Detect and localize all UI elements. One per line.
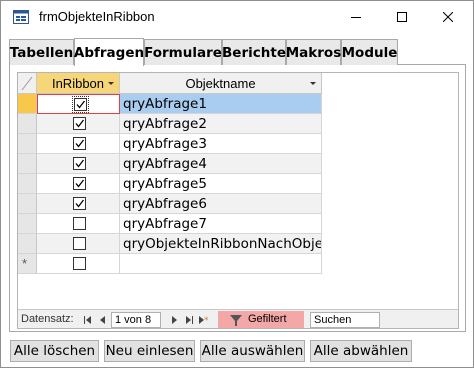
tab-module[interactable]: Module	[341, 39, 398, 65]
unchecked-checkbox[interactable]	[73, 217, 86, 230]
tab-label: Module	[341, 44, 398, 61]
checkmark-icon	[75, 119, 85, 128]
previous-record-icon[interactable]	[96, 313, 110, 327]
next-record-icon[interactable]	[167, 313, 181, 327]
checkmark-icon	[75, 199, 85, 208]
tab-abfragen[interactable]: Abfragen	[74, 38, 144, 66]
checked-checkbox[interactable]	[72, 96, 89, 113]
new-record-row[interactable]: *	[18, 254, 322, 274]
filter-dropdown-icon[interactable]	[310, 82, 316, 85]
inribbon-cell[interactable]	[37, 134, 120, 154]
filter-dropdown-icon[interactable]	[108, 82, 114, 85]
new-record-star: *	[22, 256, 28, 271]
inribbon-cell[interactable]	[37, 194, 120, 214]
table-row[interactable]: qryAbfrage5	[18, 174, 322, 194]
table-row[interactable]: qryAbfrage3	[18, 134, 322, 154]
record-selector[interactable]	[18, 194, 37, 214]
reload-button[interactable]: Neu einlesen	[104, 340, 195, 362]
objektname-cell[interactable]: qryAbfrage5	[120, 174, 322, 194]
tab-tabellen[interactable]: Tabellen	[9, 39, 74, 65]
tab-label: Tabellen	[9, 44, 74, 61]
record-label: Datensatz:	[21, 313, 74, 325]
objektname-cell[interactable]: qryAbfrage6	[120, 194, 322, 214]
record-selector[interactable]	[18, 114, 37, 134]
table-row[interactable]: qryAbfrage7	[18, 214, 322, 234]
unchecked-checkbox[interactable]	[73, 237, 86, 250]
maximize-button[interactable]	[379, 1, 425, 33]
tab-label: Berichte	[222, 44, 286, 61]
minimize-button[interactable]	[333, 1, 379, 33]
record-selector[interactable]	[18, 134, 37, 154]
checkmark-icon	[76, 100, 86, 109]
record-selector[interactable]	[18, 154, 37, 174]
table-row[interactable]: qryAbfrage4	[18, 154, 322, 174]
table-row[interactable]: qryAbfrage1	[18, 94, 322, 114]
select-all-button[interactable]: Alle auswählen	[200, 340, 305, 362]
checked-checkbox[interactable]	[73, 177, 86, 190]
checkmark-icon	[75, 159, 85, 168]
delete-all-button[interactable]: Alle löschen	[10, 340, 99, 362]
objektname-cell[interactable]: qryObjekteInRibbonNachObjekt	[120, 234, 322, 254]
inribbon-cell[interactable]	[37, 114, 120, 134]
unchecked-checkbox[interactable]	[73, 257, 86, 270]
filter-label: Gefiltert	[248, 313, 287, 325]
checkmark-icon	[75, 139, 85, 148]
column-header-objektname[interactable]: Objektname	[120, 73, 322, 94]
checked-checkbox[interactable]	[73, 117, 86, 130]
form-icon	[13, 10, 29, 24]
inribbon-cell[interactable]	[37, 174, 120, 194]
new-record-selector[interactable]: *	[18, 254, 37, 274]
search-input[interactable]: Suchen	[310, 312, 380, 328]
checked-checkbox[interactable]	[73, 137, 86, 150]
checked-checkbox[interactable]	[73, 157, 86, 170]
inribbon-cell[interactable]	[37, 154, 120, 174]
title-bar: frmObjekteInRibbon	[1, 1, 473, 33]
inribbon-cell[interactable]	[37, 234, 120, 254]
tab-label: Makros	[285, 44, 342, 61]
inribbon-cell[interactable]	[37, 94, 120, 114]
tab-label: Formulare	[144, 44, 222, 61]
tab-makros[interactable]: Makros	[286, 39, 341, 65]
objektname-cell[interactable]: qryAbfrage7	[120, 214, 322, 234]
objektname-cell[interactable]: qryAbfrage2	[120, 114, 322, 134]
select-all-corner[interactable]	[18, 73, 37, 94]
form-window: frmObjekteInRibbon Tabellen Abfragen For…	[0, 0, 474, 368]
column-header-label: Objektname	[185, 75, 256, 91]
filter-toggle[interactable]: Gefiltert	[218, 311, 304, 328]
checked-checkbox[interactable]	[73, 197, 86, 210]
table-row[interactable]: qryAbfrage6	[18, 194, 322, 214]
column-header-label: InRibbon	[51, 75, 105, 91]
svg-text:*: *	[204, 316, 209, 325]
close-button[interactable]	[425, 1, 471, 33]
header-row: InRibbon Objektname	[18, 73, 458, 94]
table-row[interactable]: qryObjekteInRibbonNachObjekt	[18, 234, 322, 254]
record-position-field[interactable]: 1 von 8	[111, 312, 161, 328]
inribbon-cell[interactable]	[37, 254, 120, 274]
tab-berichte[interactable]: Berichte	[222, 39, 286, 65]
window-title: frmObjekteInRibbon	[39, 9, 155, 24]
record-selector[interactable]	[18, 94, 37, 114]
record-selector[interactable]	[18, 234, 37, 254]
record-selector[interactable]	[18, 214, 37, 234]
checkmark-icon	[75, 179, 85, 188]
objektname-cell[interactable]: qryAbfrage3	[120, 134, 322, 154]
inribbon-cell[interactable]	[37, 214, 120, 234]
tab-label: Abfragen	[73, 44, 145, 61]
record-navigation-bar: Datensatz: 1 von 8 * Gefiltert Suchen	[18, 309, 458, 328]
objektname-cell[interactable]: qryAbfrage1	[120, 94, 322, 114]
first-record-icon[interactable]	[81, 313, 95, 327]
table-row[interactable]: qryAbfrage2	[18, 114, 322, 134]
new-record-icon[interactable]: *	[197, 313, 211, 327]
objektname-cell[interactable]: qryAbfrage4	[120, 154, 322, 174]
record-selector[interactable]	[18, 174, 37, 194]
filter-icon	[230, 315, 242, 326]
objektname-cell[interactable]	[120, 254, 322, 274]
tab-formulare[interactable]: Formulare	[144, 39, 222, 65]
deselect-all-button[interactable]: Alle abwählen	[310, 340, 412, 362]
column-header-inribbon[interactable]: InRibbon	[37, 73, 120, 94]
last-record-icon[interactable]	[182, 313, 196, 327]
datasheet: InRibbon Objektname qryAbfrage1 qryAbfrag…	[17, 72, 459, 329]
